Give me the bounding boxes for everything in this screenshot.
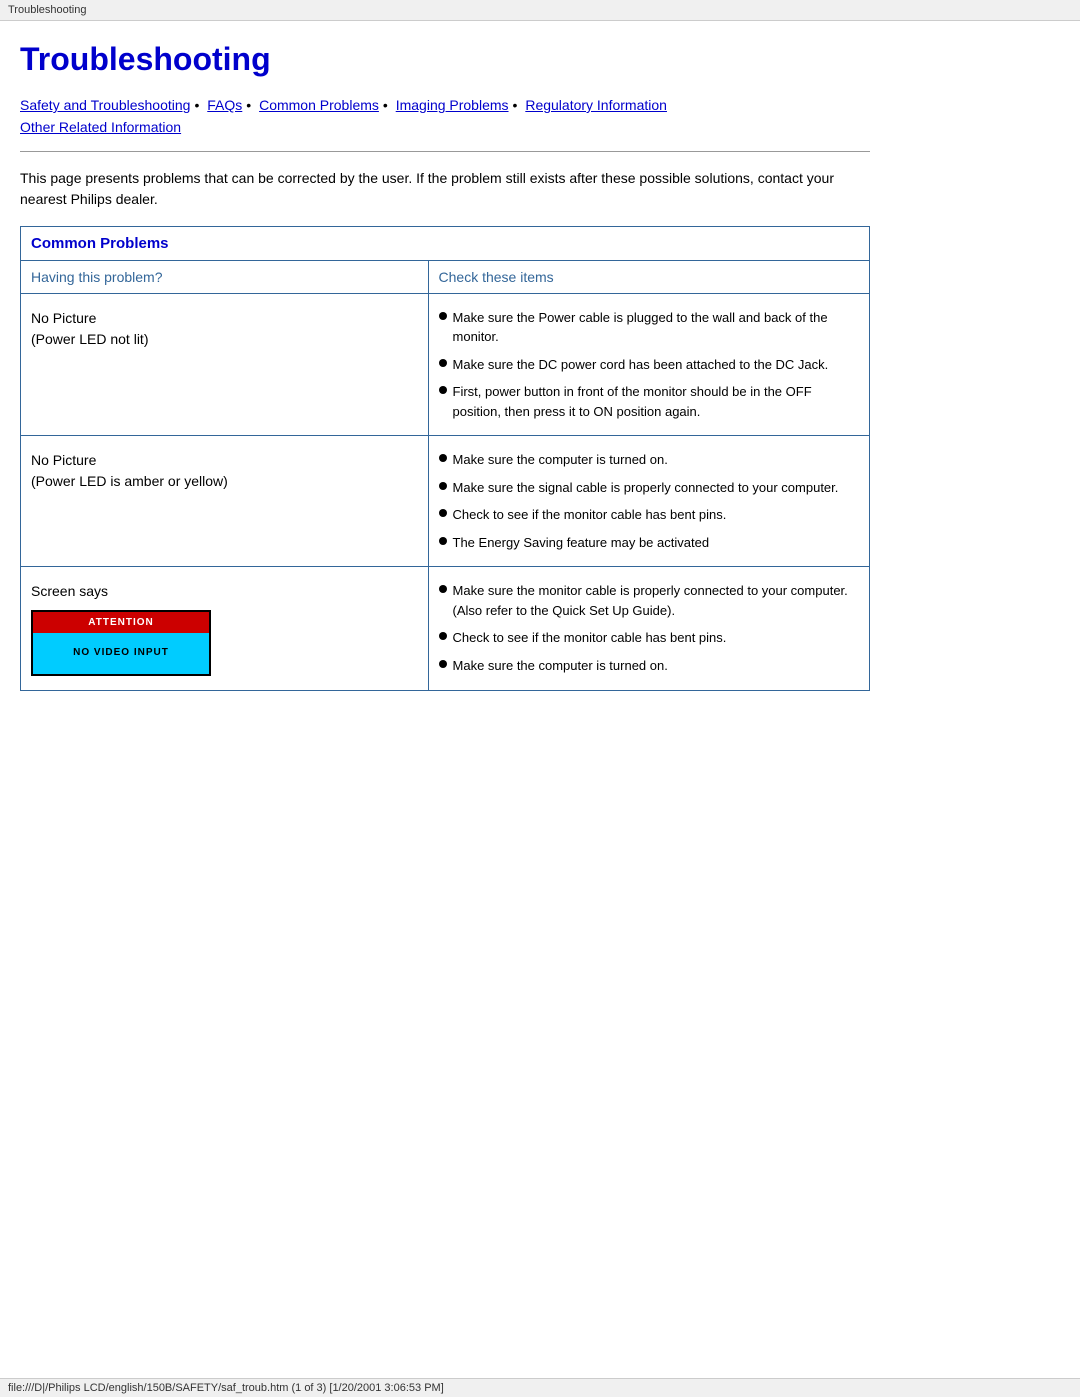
solution-cell-0: Make sure the Power cable is plugged to … bbox=[428, 293, 869, 436]
nav-link-imaging[interactable]: Imaging Problems bbox=[396, 97, 509, 113]
solution-item-0-2: First, power button in front of the moni… bbox=[439, 378, 859, 425]
page-title: Troubleshooting bbox=[20, 41, 870, 78]
bullet-icon bbox=[439, 537, 447, 545]
solution-cell-2: Make sure the monitor cable is properly … bbox=[428, 567, 869, 691]
nav-sep-2: • bbox=[246, 97, 251, 113]
bullet-icon bbox=[439, 482, 447, 490]
solution-item-2-2: Make sure the computer is turned on. bbox=[439, 652, 859, 680]
nav-links: Safety and Troubleshooting• FAQs• Common… bbox=[20, 94, 870, 139]
bullet-icon bbox=[439, 312, 447, 320]
bullet-icon bbox=[439, 386, 447, 394]
bullet-icon bbox=[439, 660, 447, 668]
table-section-title: Common Problems bbox=[21, 226, 870, 260]
nav-link-faqs[interactable]: FAQs bbox=[207, 97, 242, 113]
col-header-problem: Having this problem? bbox=[21, 260, 429, 293]
bullet-icon bbox=[439, 359, 447, 367]
solution-item-0-0: Make sure the Power cable is plugged to … bbox=[439, 304, 859, 351]
solution-cell-1: Make sure the computer is turned on.Make… bbox=[428, 436, 869, 567]
attention-body-2: NO VIDEO INPUT bbox=[33, 633, 209, 674]
nav-link-safety[interactable]: Safety and Troubleshooting bbox=[20, 97, 190, 113]
intro-text: This page presents problems that can be … bbox=[20, 168, 870, 210]
nav-link-regulatory[interactable]: Regulatory Information bbox=[525, 97, 667, 113]
attention-box-2: ATTENTIONNO VIDEO INPUT bbox=[31, 610, 211, 676]
nav-link-common[interactable]: Common Problems bbox=[259, 97, 379, 113]
problem-cell-0: No Picture(Power LED not lit) bbox=[21, 293, 429, 436]
solution-item-0-1: Make sure the DC power cord has been att… bbox=[439, 351, 859, 379]
bullet-icon bbox=[439, 509, 447, 517]
footer-text: file:///D|/Philips LCD/english/150B/SAFE… bbox=[0, 1378, 1080, 1397]
nav-sep-4: • bbox=[513, 97, 518, 113]
solution-item-1-2: Check to see if the monitor cable has be… bbox=[439, 501, 859, 529]
solution-item-2-1: Check to see if the monitor cable has be… bbox=[439, 624, 859, 652]
solution-item-2-0: Make sure the monitor cable is properly … bbox=[439, 577, 859, 624]
bullet-icon bbox=[439, 454, 447, 462]
solution-item-1-3: The Energy Saving feature may be activat… bbox=[439, 529, 859, 557]
section-divider bbox=[20, 151, 870, 152]
problem-cell-2: Screen saysATTENTIONNO VIDEO INPUT bbox=[21, 567, 429, 691]
browser-title: Troubleshooting bbox=[0, 0, 1080, 21]
main-content: Troubleshooting Safety and Troubleshooti… bbox=[0, 21, 900, 731]
bullet-icon bbox=[439, 585, 447, 593]
solution-item-1-1: Make sure the signal cable is properly c… bbox=[439, 474, 859, 502]
bullet-icon bbox=[439, 632, 447, 640]
nav-sep-3: • bbox=[383, 97, 388, 113]
solution-item-1-0: Make sure the computer is turned on. bbox=[439, 446, 859, 474]
problems-table: Common Problems Having this problem? Che… bbox=[20, 226, 870, 692]
attention-header-2: ATTENTION bbox=[33, 612, 209, 633]
col-header-solution: Check these items bbox=[428, 260, 869, 293]
nav-sep-1: • bbox=[194, 97, 199, 113]
nav-link-other[interactable]: Other Related Information bbox=[20, 119, 181, 135]
problem-cell-1: No Picture(Power LED is amber or yellow) bbox=[21, 436, 429, 567]
